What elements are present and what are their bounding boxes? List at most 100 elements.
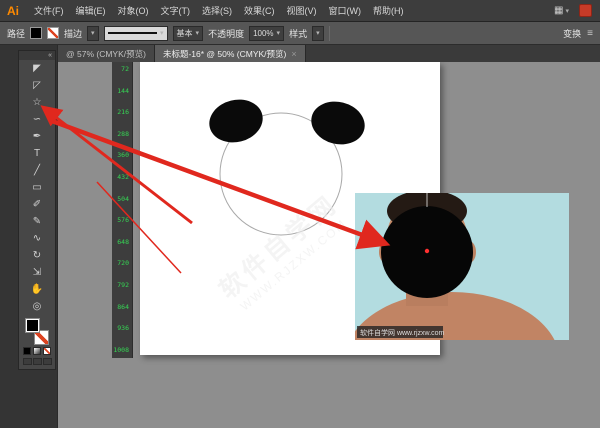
opacity-value: 100% bbox=[253, 29, 273, 38]
menu-item-v[interactable]: 视图(V) bbox=[281, 0, 323, 21]
hand-tool-icon: ✋ bbox=[31, 284, 43, 295]
divider bbox=[329, 26, 330, 41]
chevron-down-icon: ▾ bbox=[565, 7, 569, 15]
app-logo: Ai bbox=[0, 4, 28, 18]
stroke-color-swatch[interactable] bbox=[47, 27, 59, 39]
ruler-tick: 1008 bbox=[113, 347, 129, 354]
menu-bar: Ai 文件(F)编辑(E)对象(O)文字(T)选择(S)效果(C)视图(V)窗口… bbox=[0, 0, 600, 22]
pencil-tool-icon: ✎ bbox=[33, 216, 41, 227]
brush-definition-dropdown[interactable]: 基本 ▾ bbox=[173, 26, 204, 41]
zoom-tool[interactable]: ◎ bbox=[19, 298, 55, 315]
menu-item-w[interactable]: 窗口(W) bbox=[323, 0, 368, 21]
menu-items: 文件(F)编辑(E)对象(O)文字(T)选择(S)效果(C)视图(V)窗口(W)… bbox=[28, 0, 410, 21]
fill-color-swatch[interactable] bbox=[30, 27, 42, 39]
tools-panel-collapse[interactable]: « bbox=[19, 51, 55, 60]
ruler-tick: 504 bbox=[117, 196, 129, 203]
chevron-down-icon: ▾ bbox=[196, 29, 200, 37]
ruler-tick: 792 bbox=[117, 282, 129, 289]
rotate-tool[interactable]: ↻ bbox=[19, 247, 55, 264]
direct-selection-tool-icon: ◸ bbox=[33, 80, 41, 91]
ruler-tick: 360 bbox=[117, 152, 129, 159]
pencil-tool[interactable]: ✎ bbox=[19, 213, 55, 230]
vertical-ruler[interactable]: 7214421628836043250457664872079286493610… bbox=[112, 62, 133, 358]
rectangle-tool[interactable]: ▭ bbox=[19, 179, 55, 196]
brush-definition-value: 基本 bbox=[177, 28, 193, 39]
stroke-label: 描边 bbox=[64, 27, 82, 40]
app-badge-icon[interactable] bbox=[579, 4, 592, 17]
pen-tool[interactable]: ✒ bbox=[19, 128, 55, 145]
chevron-down-icon: ▾ bbox=[91, 29, 95, 37]
direct-selection-tool[interactable]: ◸ bbox=[19, 77, 55, 94]
stroke-profile-preview bbox=[108, 32, 157, 34]
paintbrush-tool-icon: ✐ bbox=[33, 199, 41, 210]
line-segment-tool[interactable]: ╱ bbox=[19, 162, 55, 179]
selection-tool[interactable]: ◤ bbox=[19, 60, 55, 77]
none-button[interactable] bbox=[43, 347, 51, 355]
menu-item-o[interactable]: 对象(O) bbox=[112, 0, 155, 21]
hand-tool[interactable]: ✋ bbox=[19, 281, 55, 298]
type-tool[interactable]: T bbox=[19, 145, 55, 162]
magic-wand-tool[interactable]: ☆ bbox=[19, 94, 55, 111]
fill-indicator-swatch[interactable] bbox=[25, 318, 40, 333]
ruler-tick: 576 bbox=[117, 217, 129, 224]
magic-wand-tool-icon: ☆ bbox=[33, 97, 42, 108]
stroke-weight-dropdown[interactable]: ▾ bbox=[87, 26, 99, 41]
document-tab-0[interactable]: @ 57% (CMYK/预览) bbox=[58, 45, 155, 62]
transform-label[interactable]: 变换 bbox=[563, 27, 581, 40]
control-bar-right: 变换 ≡ bbox=[563, 27, 593, 40]
panel-menu-icon[interactable]: ≡ bbox=[587, 28, 593, 39]
ruler-tick: 72 bbox=[121, 66, 129, 73]
control-bar: 路径 描边 ▾ ▾ 基本 ▾ 不透明度 100% ▾ 样式 ▾ 变换 ≡ bbox=[0, 22, 600, 45]
style-dropdown[interactable]: ▾ bbox=[312, 26, 324, 41]
draw-behind-button[interactable] bbox=[33, 358, 42, 365]
ruler-tick: 864 bbox=[117, 304, 129, 311]
draw-inside-button[interactable] bbox=[43, 358, 52, 365]
zoom-tool-icon: ◎ bbox=[33, 301, 42, 312]
close-icon[interactable]: × bbox=[291, 49, 296, 59]
menu-item-h[interactable]: 帮助(H) bbox=[367, 0, 410, 21]
width-tool[interactable]: ∿ bbox=[19, 230, 55, 247]
workspace-switcher[interactable]: ▦ ▾ bbox=[550, 5, 573, 16]
stroke-profile-dropdown[interactable]: ▾ bbox=[104, 26, 168, 41]
lasso-tool-icon: ∽ bbox=[33, 114, 41, 125]
document-tab-label: 未标题-16* @ 50% (CMYK/预览) bbox=[163, 48, 286, 60]
draw-normal-button[interactable] bbox=[23, 358, 32, 365]
type-tool-icon: T bbox=[34, 148, 40, 159]
selection-tool-icon: ◤ bbox=[33, 63, 41, 74]
chevron-down-icon: ▾ bbox=[316, 29, 320, 37]
pen-tool-icon: ✒ bbox=[33, 131, 41, 142]
gradient-button[interactable] bbox=[33, 347, 41, 355]
tools-panel: « ◤ ◸ ☆ ∽ ✒ T ╱ ▭ ✐ ✎ ∿ ↻ ⇲ ✋ ◎ bbox=[18, 50, 56, 370]
menu-item-e[interactable]: 编辑(E) bbox=[70, 0, 112, 21]
menu-item-s[interactable]: 选择(S) bbox=[196, 0, 238, 21]
illustrator-window: Ai 文件(F)编辑(E)对象(O)文字(T)选择(S)效果(C)视图(V)窗口… bbox=[0, 0, 600, 428]
document-tab-label: @ 57% (CMYK/预览) bbox=[66, 48, 146, 60]
paintbrush-tool[interactable]: ✐ bbox=[19, 196, 55, 213]
ruler-tick: 720 bbox=[117, 260, 129, 267]
artboard[interactable] bbox=[140, 62, 440, 355]
workspace-grid-icon: ▦ bbox=[554, 5, 563, 16]
scale-tool-icon: ⇲ bbox=[33, 267, 41, 278]
rectangle-tool-icon: ▭ bbox=[32, 182, 41, 193]
document-tab-1[interactable]: 未标题-16* @ 50% (CMYK/预览) × bbox=[155, 45, 306, 62]
ruler-tick: 936 bbox=[117, 325, 129, 332]
chevron-down-icon: ▾ bbox=[277, 29, 281, 37]
width-tool-icon: ∿ bbox=[33, 233, 41, 244]
opacity-label[interactable]: 不透明度 bbox=[208, 27, 244, 40]
menu-item-f[interactable]: 文件(F) bbox=[28, 0, 70, 21]
style-label[interactable]: 样式 bbox=[289, 27, 307, 40]
scale-tool[interactable]: ⇲ bbox=[19, 264, 55, 281]
menu-item-t[interactable]: 文字(T) bbox=[155, 0, 197, 21]
rotate-tool-icon: ↻ bbox=[33, 250, 41, 261]
ruler-tick: 144 bbox=[117, 88, 129, 95]
lasso-tool[interactable]: ∽ bbox=[19, 111, 55, 128]
document-tab-bar: @ 57% (CMYK/预览) 未标题-16* @ 50% (CMYK/预览) × bbox=[58, 45, 600, 62]
opacity-dropdown[interactable]: 100% ▾ bbox=[249, 26, 284, 41]
ruler-tick: 648 bbox=[117, 239, 129, 246]
line-segment-tool-icon: ╱ bbox=[34, 165, 40, 176]
menu-item-c[interactable]: 效果(C) bbox=[238, 0, 281, 21]
fill-stroke-indicator bbox=[24, 318, 50, 345]
tool-list: ◤ ◸ ☆ ∽ ✒ T ╱ ▭ ✐ ✎ ∿ ↻ ⇲ ✋ ◎ bbox=[19, 60, 55, 315]
context-label: 路径 bbox=[7, 27, 25, 40]
color-button[interactable] bbox=[23, 347, 31, 355]
